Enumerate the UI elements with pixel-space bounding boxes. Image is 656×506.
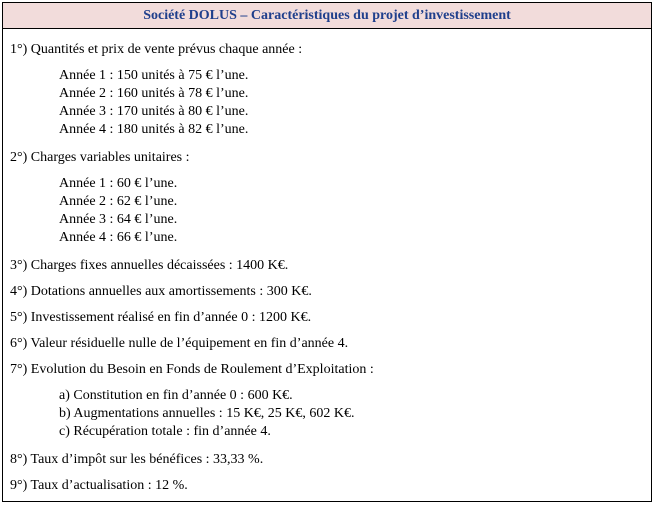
document-frame: Société DOLUS – Caractéristiques du proj… <box>2 2 652 502</box>
item-8: 8°) Taux d’impôt sur les bénéfices : 33,… <box>10 452 264 467</box>
title-bar: Société DOLUS – Caractéristiques du proj… <box>3 3 651 29</box>
item-9: 9°) Taux d’actualisation : 12 %. <box>10 478 188 493</box>
item-2-line-2: Année 2 : 62 € l’une. <box>59 194 178 209</box>
item-7-line-b: b) Augmentations annuelles : 15 K€, 25 K… <box>59 406 355 421</box>
item-5: 5°) Investissement réalisé en fin d’anné… <box>10 310 312 325</box>
item-1-heading: 1°) Quantités et prix de vente prévus ch… <box>10 42 303 57</box>
item-2-line-4: Année 4 : 66 € l’une. <box>59 230 178 245</box>
page-title: Société DOLUS – Caractéristiques du proj… <box>143 7 511 23</box>
item-2-heading: 2°) Charges variables unitaires : <box>10 150 190 165</box>
item-6: 6°) Valeur résiduelle nulle de l’équipem… <box>10 336 349 351</box>
item-4: 4°) Dotations annuelles aux amortissemen… <box>10 284 312 299</box>
item-7-line-a: a) Constitution en fin d’année 0 : 600 K… <box>59 388 293 403</box>
item-1-line-3: Année 3 : 170 unités à 80 € l’une. <box>59 104 249 119</box>
item-2-line-3: Année 3 : 64 € l’une. <box>59 212 178 227</box>
item-7-heading: 7°) Evolution du Besoin en Fonds de Roul… <box>10 362 374 377</box>
item-1-line-1: Année 1 : 150 unités à 75 € l’une. <box>59 68 249 83</box>
item-1-line-4: Année 4 : 180 unités à 82 € l’une. <box>59 122 249 137</box>
item-3: 3°) Charges fixes annuelles décaissées :… <box>10 258 289 273</box>
item-2-line-1: Année 1 : 60 € l’une. <box>59 176 178 191</box>
item-7-line-c: c) Récupération totale : fin d’année 4. <box>59 424 271 439</box>
item-1-line-2: Année 2 : 160 unités à 78 € l’une. <box>59 86 249 101</box>
